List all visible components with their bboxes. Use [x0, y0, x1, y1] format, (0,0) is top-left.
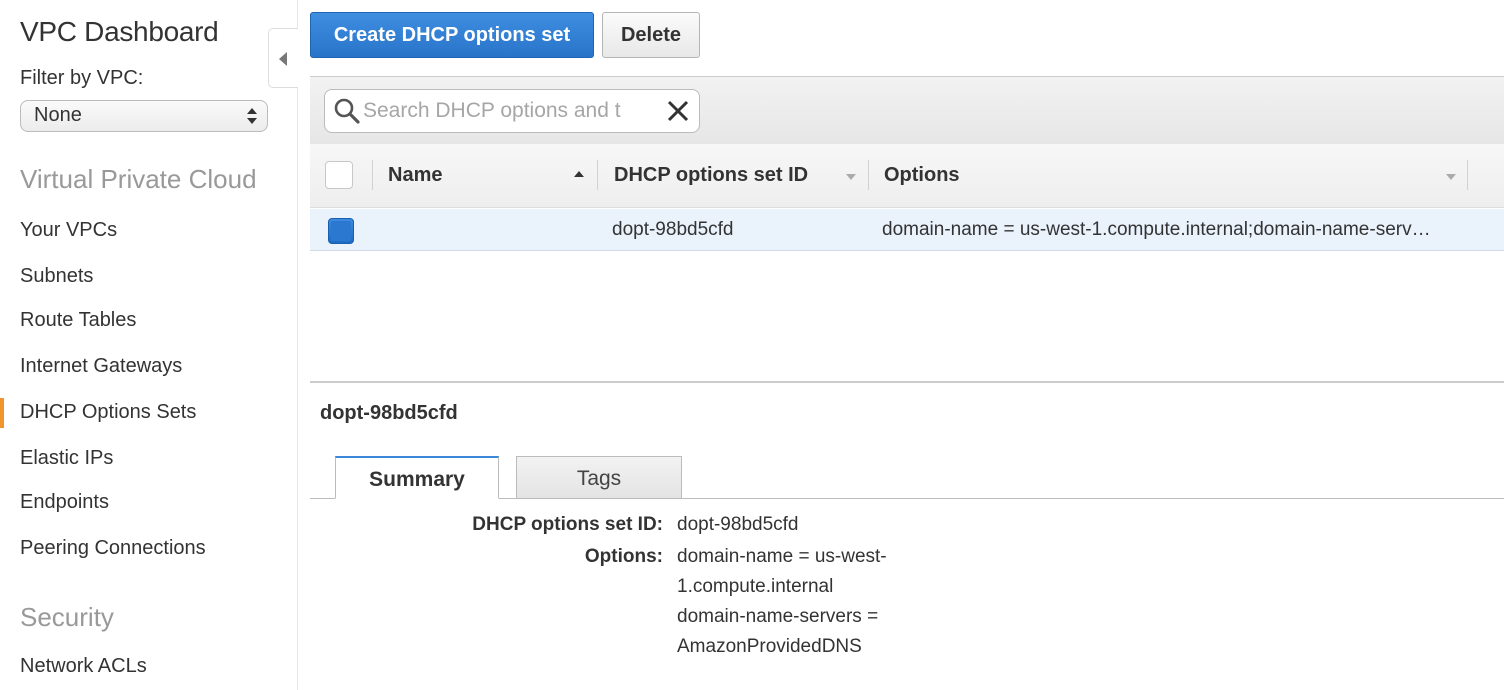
tab-summary[interactable]: Summary — [335, 456, 499, 499]
row-checkbox[interactable] — [328, 218, 354, 244]
delete-button[interactable]: Delete — [602, 12, 700, 58]
search-box — [324, 89, 700, 133]
column-header-options[interactable]: Options — [884, 164, 960, 187]
sort-ascending-icon[interactable] — [574, 171, 584, 177]
column-separator — [372, 160, 373, 190]
options-line: AmazonProvidedDNS — [677, 636, 862, 657]
search-icon — [334, 98, 360, 124]
dashboard-title-link[interactable]: VPC Dashboard — [20, 16, 219, 48]
search-bar — [310, 76, 1504, 144]
options-line: domain-name = us-west- — [677, 546, 887, 567]
section-security: Security — [20, 602, 114, 632]
create-dhcp-options-set-button[interactable]: Create DHCP options set — [310, 12, 594, 58]
vpc-filter-select[interactable]: None — [20, 100, 268, 132]
sidebar-item-endpoints[interactable]: Endpoints — [20, 491, 109, 514]
cell-dhcp-id: dopt-98bd5cfd — [612, 219, 734, 240]
column-header-name[interactable]: Name — [388, 164, 442, 187]
cell-options: domain-name = us-west-1.compute.internal… — [882, 219, 1431, 240]
column-separator — [597, 160, 598, 190]
sidebar-item-peering-connections[interactable]: Peering Connections — [20, 537, 206, 560]
active-item-indicator — [0, 398, 4, 428]
sidebar-item-network-acls[interactable]: Network ACLs — [20, 655, 147, 678]
sidebar-item-elastic-ips[interactable]: Elastic IPs — [20, 447, 113, 470]
field-value-dhcp-id: dopt-98bd5cfd — [677, 514, 799, 535]
sidebar-item-dhcp-options-sets[interactable]: DHCP Options Sets — [20, 401, 196, 424]
close-icon[interactable] — [665, 98, 691, 124]
section-virtual-private-cloud: Virtual Private Cloud — [20, 164, 257, 194]
table-row[interactable]: dopt-98bd5cfd domain-name = us-west-1.co… — [310, 209, 1504, 251]
sidebar-item-internet-gateways[interactable]: Internet Gateways — [20, 355, 182, 378]
collapse-sidebar-button[interactable] — [268, 28, 298, 88]
pane-divider[interactable] — [310, 381, 1504, 383]
options-line: domain-name-servers = — [677, 606, 879, 627]
filter-by-vpc-label: Filter by VPC: — [20, 67, 144, 89]
sidebar: VPC Dashboard Filter by VPC: None Virtua… — [0, 0, 298, 690]
select-arrows-icon — [247, 108, 257, 124]
column-separator — [1467, 160, 1468, 190]
collapse-left-icon — [279, 52, 287, 66]
field-value-options: domain-name = us-west- 1.compute.interna… — [677, 542, 887, 662]
detail-title: dopt-98bd5cfd — [320, 402, 458, 424]
main-content: Create DHCP options set Delete Name DHCP… — [310, 0, 1504, 690]
options-line: 1.compute.internal — [677, 576, 834, 597]
search-input[interactable] — [363, 96, 661, 126]
column-separator — [868, 160, 869, 190]
sidebar-item-your-vpcs[interactable]: Your VPCs — [20, 219, 117, 242]
field-label-options: Options: — [584, 546, 663, 567]
column-header-dhcp-id[interactable]: DHCP options set ID — [614, 164, 808, 187]
table-header: Name DHCP options set ID Options — [310, 144, 1504, 208]
sidebar-item-subnets[interactable]: Subnets — [20, 265, 93, 288]
select-all-checkbox[interactable] — [325, 161, 353, 189]
sidebar-item-route-tables[interactable]: Route Tables — [20, 309, 136, 332]
sort-descending-icon[interactable] — [1446, 174, 1456, 180]
tab-tags[interactable]: Tags — [516, 456, 682, 499]
field-label-dhcp-id: DHCP options set ID: — [472, 514, 663, 535]
sort-descending-icon[interactable] — [846, 174, 856, 180]
vpc-filter-value: None — [34, 104, 82, 126]
